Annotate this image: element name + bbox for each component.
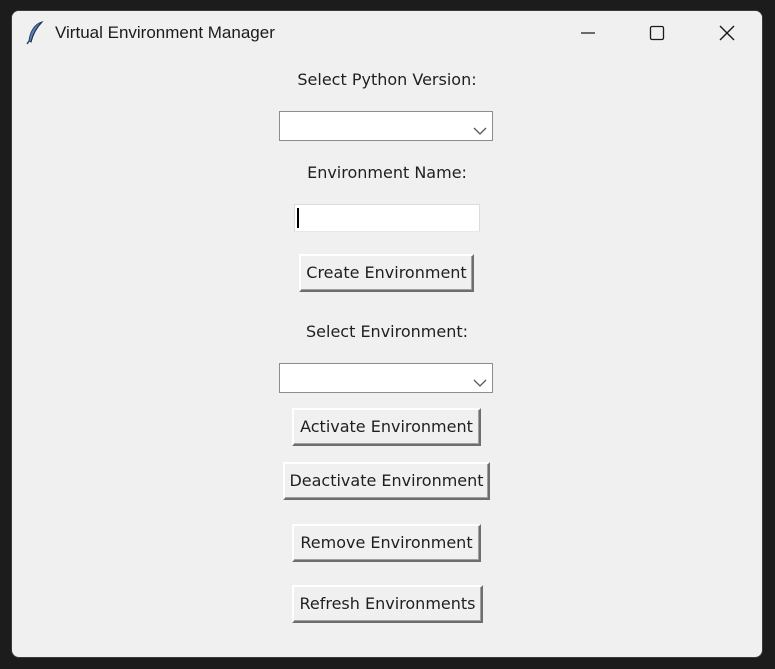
refresh-environments-button[interactable]: Refresh Environments	[292, 585, 483, 623]
environment-combobox[interactable]	[279, 363, 493, 393]
python-version-combobox[interactable]	[279, 111, 493, 141]
chevron-down-icon[interactable]	[473, 121, 487, 135]
text-caret	[297, 208, 299, 228]
app-window: Virtual Environment Manager Select Pytho…	[11, 10, 763, 658]
env-name-input[interactable]	[294, 204, 480, 232]
activate-environment-button[interactable]: Activate Environment	[292, 408, 481, 446]
env-name-label: Environment Name:	[307, 163, 467, 182]
deactivate-environment-button[interactable]: Deactivate Environment	[283, 462, 490, 500]
python-version-label: Select Python Version:	[297, 70, 477, 89]
select-environment-label: Select Environment:	[306, 322, 468, 341]
chevron-down-icon[interactable]	[473, 373, 487, 387]
remove-environment-button[interactable]: Remove Environment	[292, 524, 481, 562]
form-panel: Select Python Version: Environment Name:…	[12, 11, 762, 657]
create-environment-button[interactable]: Create Environment	[299, 254, 474, 292]
